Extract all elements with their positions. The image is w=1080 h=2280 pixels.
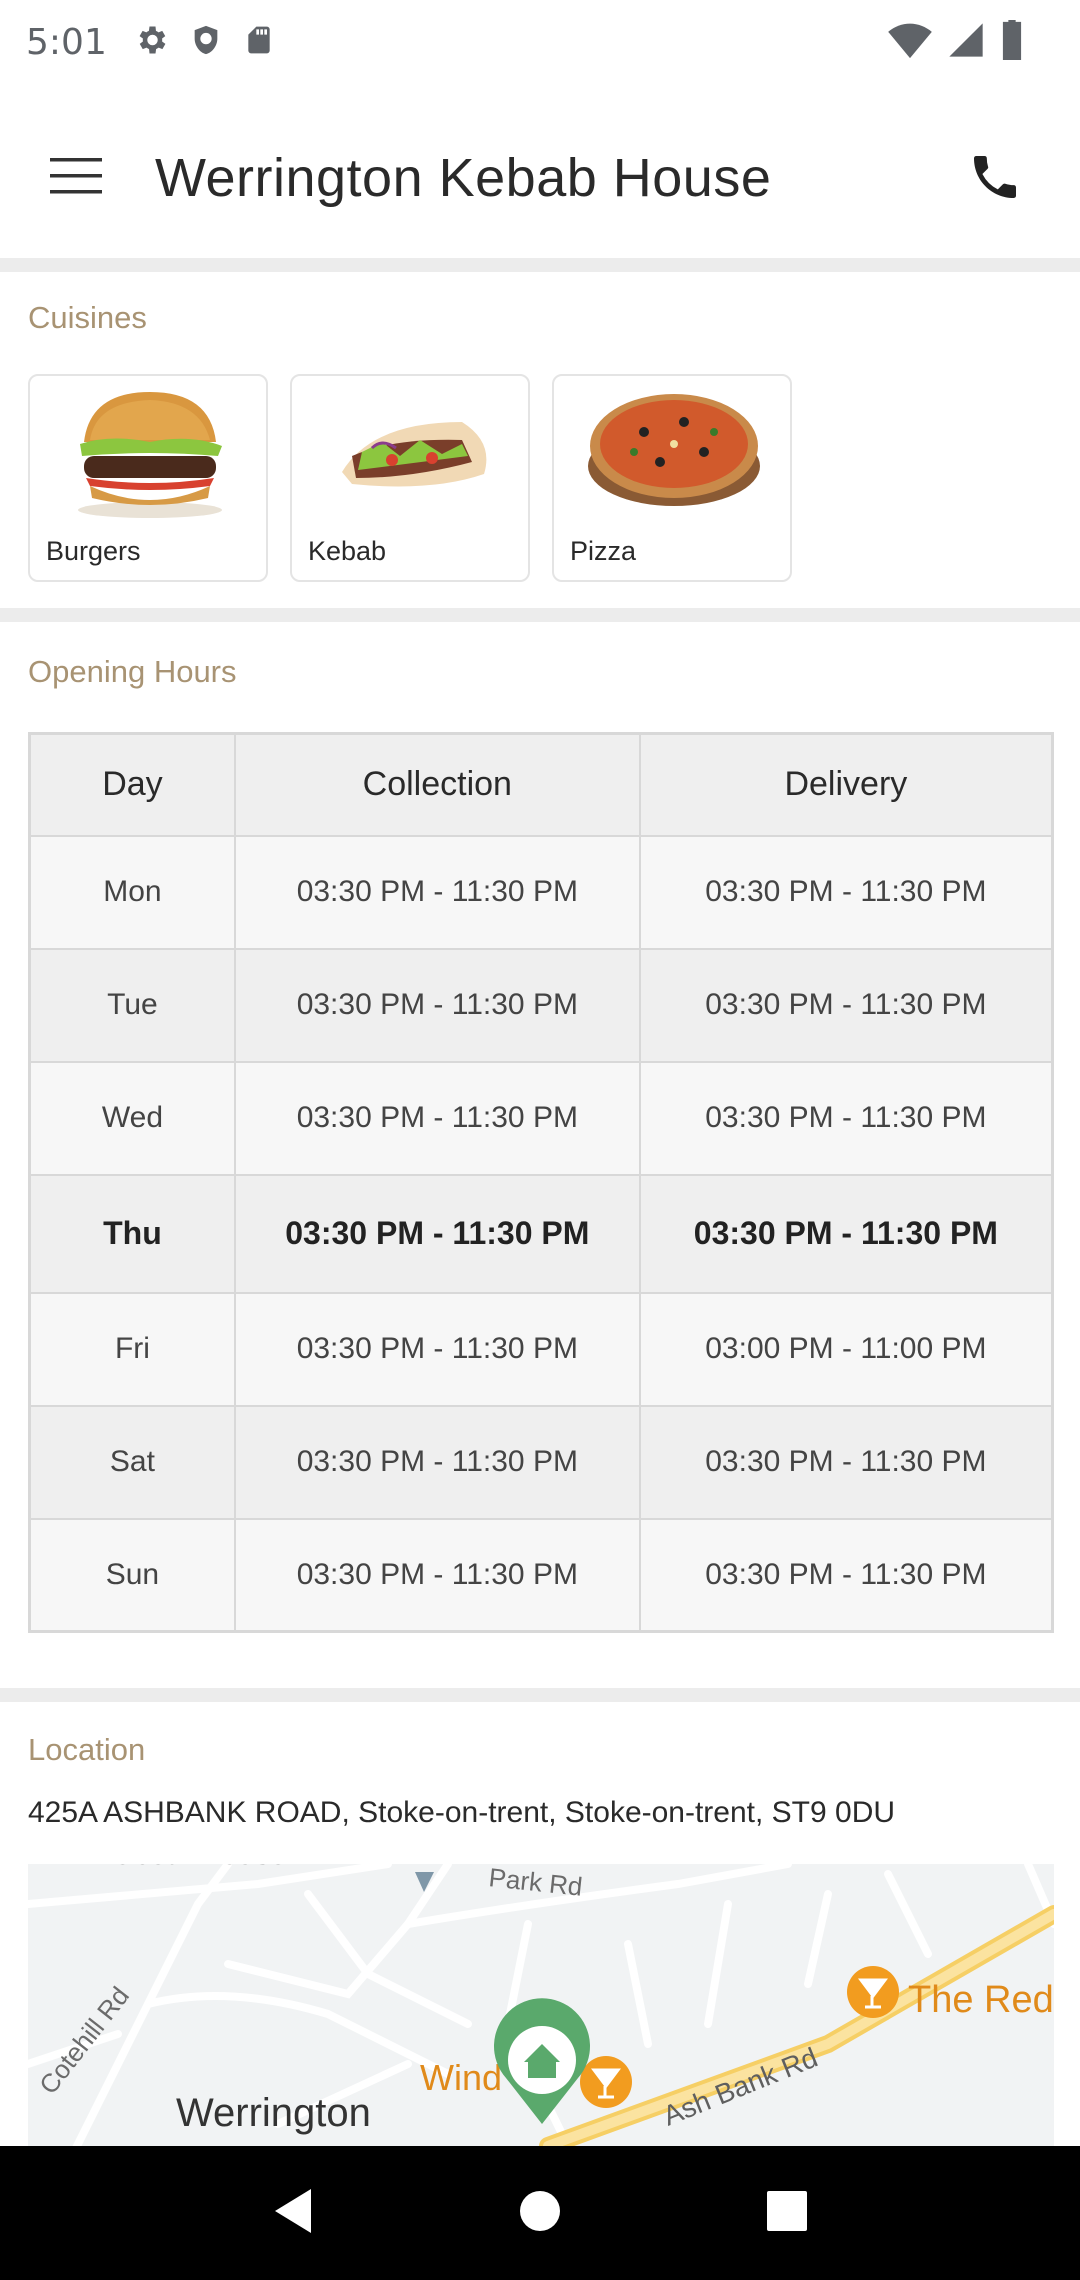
back-button[interactable] — [248, 2168, 338, 2258]
table-row: Fri 03:30 PM - 11:30 PM 03:00 PM - 11:00… — [28, 1291, 1054, 1407]
table-row-today: Thu 03:30 PM - 11:30 PM 03:30 PM - 11:30… — [28, 1173, 1054, 1294]
cuisine-label: Burgers — [46, 536, 141, 566]
table-row: Sun 03:30 PM - 11:30 PM 03:30 PM - 11:30… — [28, 1517, 1054, 1633]
shield-icon — [189, 22, 223, 63]
svg-text:Werrington: Werrington — [176, 2091, 371, 2135]
map-poi-bar-icon — [580, 2056, 632, 2108]
table-row: Mon 03:30 PM - 11:30 PM 03:30 PM - 11:30… — [28, 834, 1054, 950]
day-cell: Sat — [28, 1404, 236, 1520]
section-divider — [0, 608, 1080, 622]
map-poi-bar-icon — [847, 1966, 899, 2018]
day-cell: Thu — [28, 1173, 236, 1294]
hamburger-menu-icon — [48, 156, 104, 201]
collection-hours-cell: 03:30 PM - 11:30 PM — [233, 1173, 641, 1294]
delivery-hours-cell: 03:30 PM - 11:30 PM — [638, 1517, 1054, 1633]
location-title: Location — [28, 1732, 146, 1767]
kebab-image — [342, 422, 487, 487]
back-icon — [271, 2187, 315, 2240]
cuisines-title: Cuisines — [28, 300, 147, 335]
delivery-hours-cell: 03:30 PM - 11:30 PM — [638, 947, 1054, 1063]
home-icon — [518, 2189, 562, 2238]
location-map[interactable]: Park Rd Elizabeth House Cotehill Rd Werr… — [28, 1864, 1054, 2146]
day-cell: Sun — [28, 1517, 236, 1633]
day-cell: Tue — [28, 947, 236, 1063]
status-time: 5:01 — [26, 21, 107, 63]
burger-image — [78, 392, 222, 518]
header-day: Day — [28, 732, 236, 837]
pizza-image — [588, 394, 760, 506]
menu-button[interactable] — [34, 136, 118, 220]
cuisine-card-burgers[interactable]: Burgers — [28, 374, 268, 582]
header-collection: Collection — [233, 732, 641, 837]
cuisine-label: Kebab — [308, 536, 387, 566]
app-title: Werrington Kebab House — [155, 148, 772, 208]
map-canvas: Park Rd Elizabeth House Cotehill Rd Werr… — [28, 1864, 1054, 2146]
collection-hours-cell: 03:30 PM - 11:30 PM — [233, 1060, 641, 1176]
opening-hours-title: Opening Hours — [28, 654, 237, 689]
delivery-hours-cell: 03:30 PM - 11:30 PM — [638, 1404, 1054, 1520]
collection-hours-cell: 03:30 PM - 11:30 PM — [233, 1291, 641, 1407]
sd-card-icon — [243, 22, 275, 63]
section-divider — [0, 258, 1080, 272]
collection-hours-cell: 03:30 PM - 11:30 PM — [233, 1404, 641, 1520]
home-button[interactable] — [495, 2168, 585, 2258]
cuisine-label: Pizza — [570, 536, 637, 566]
address-text: 425A ASHBANK ROAD, Stoke-on-trent, Stoke… — [28, 1796, 896, 1829]
table-row: Wed 03:30 PM - 11:30 PM 03:30 PM - 11:30… — [28, 1060, 1054, 1176]
collection-hours-cell: 03:30 PM - 11:30 PM — [233, 947, 641, 1063]
cuisine-card-pizza[interactable]: Pizza — [552, 374, 792, 582]
day-cell: Fri — [28, 1291, 236, 1407]
table-header-row: Day Collection Delivery — [28, 732, 1054, 837]
map-label-elizabeth-house: Elizabeth House — [68, 1864, 286, 1871]
delivery-hours-cell: 03:30 PM - 11:30 PM — [638, 1060, 1054, 1176]
day-cell: Wed — [28, 1060, 236, 1176]
app-bar: Werrington Kebab House — [0, 84, 1080, 258]
section-divider — [0, 1688, 1080, 1702]
cuisine-card-kebab[interactable]: Kebab — [290, 374, 530, 582]
gear-icon — [133, 22, 169, 63]
system-nav-bar — [0, 2146, 1080, 2280]
delivery-hours-cell: 03:00 PM - 11:00 PM — [638, 1291, 1054, 1407]
table-row: Sat 03:30 PM - 11:30 PM 03:30 PM - 11:30… — [28, 1404, 1054, 1520]
collection-hours-cell: 03:30 PM - 11:30 PM — [233, 1517, 641, 1633]
recents-button[interactable] — [742, 2168, 832, 2258]
delivery-hours-cell: 03:30 PM - 11:30 PM — [638, 834, 1054, 950]
svg-text:Wind: Wind — [420, 2057, 502, 2098]
collection-hours-cell: 03:30 PM - 11:30 PM — [233, 834, 641, 950]
header-delivery: Delivery — [638, 732, 1054, 837]
svg-text:The Red: The Red — [908, 1979, 1054, 2021]
day-cell: Mon — [28, 834, 236, 950]
table-row: Tue 03:30 PM - 11:30 PM 03:30 PM - 11:30… — [28, 947, 1054, 1063]
opening-hours-table: Day Collection Delivery Mon 03:30 PM - 1… — [28, 732, 1054, 1633]
call-button[interactable] — [950, 134, 1040, 224]
wifi-icon — [888, 20, 932, 65]
cell-signal-icon — [946, 20, 986, 65]
status-bar: 5:01 — [0, 0, 1080, 84]
battery-icon — [1000, 20, 1024, 65]
recents-icon — [766, 2190, 808, 2237]
phone-icon — [967, 149, 1023, 210]
delivery-hours-cell: 03:30 PM - 11:30 PM — [638, 1173, 1054, 1294]
